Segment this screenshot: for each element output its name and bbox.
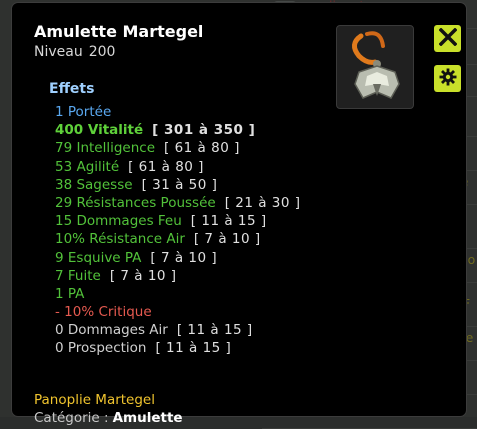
effect-text: - 10% Critique: [55, 304, 152, 321]
effect-text: 400 Vitalité: [55, 122, 144, 139]
effect-range: [ 7 à 10 ]: [193, 231, 261, 248]
effect-range: [ 11 à 15 ]: [190, 213, 267, 230]
effect-line: 10% Résistance Air [ 7 à 10 ]: [55, 230, 301, 248]
effect-line: 53 Agilité [ 61 à 80 ]: [55, 158, 301, 176]
effects-title: Effets: [49, 81, 95, 97]
effect-line: 79 Intelligence [ 61 à 80 ]: [55, 139, 301, 157]
effect-range: [ 61 à 80 ]: [128, 158, 204, 175]
effect-text: 1 Portée: [55, 104, 112, 120]
effect-line: 0 Prospection [ 11 à 15 ]: [55, 339, 301, 357]
close-button[interactable]: [434, 25, 461, 52]
set-name[interactable]: Panoplie Martegel: [34, 392, 155, 408]
effect-line: 400 Vitalité [ 301 à 350 ]: [55, 121, 301, 139]
effect-range: [ 21 à 30 ]: [224, 194, 301, 211]
effect-line: 15 Dommages Feu [ 11 à 15 ]: [55, 212, 301, 230]
effect-text: 0 Dommages Air: [55, 322, 168, 339]
effect-range: [ 7 à 10 ]: [150, 249, 218, 266]
item-level: Niveau 200: [34, 44, 115, 60]
effect-range: [ 61 à 80 ]: [164, 140, 240, 157]
effect-text: 53 Agilité: [55, 158, 120, 175]
category-label: Catégorie :: [34, 410, 109, 426]
category-value: Amulette: [112, 410, 183, 426]
effect-text: 38 Sagesse: [55, 176, 133, 193]
effect-range: [ 11 à 15 ]: [176, 322, 253, 339]
effect-text: 0 Prospection: [55, 340, 147, 357]
item-tooltip: Amulette Martegel Niveau 200 Effets 1 Por…: [11, 2, 467, 426]
effect-range: [ 301 à 350 ]: [152, 122, 256, 139]
close-icon: [438, 27, 457, 50]
item-name: Amulette Martegel: [34, 22, 204, 41]
effect-text: 29 Résistances Poussée: [55, 194, 216, 211]
effect-range: [ 31 à 50 ]: [141, 176, 218, 193]
effect-line: 38 Sagesse [ 31 à 50 ]: [55, 176, 301, 194]
effect-line: 7 Fuite [ 7 à 10 ]: [55, 267, 301, 285]
effect-line: 9 Esquive PA [ 7 à 10 ]: [55, 249, 301, 267]
effect-line: 1 Portée: [55, 103, 301, 121]
effect-range: [ 11 à 15 ]: [155, 340, 232, 357]
effect-text: 9 Esquive PA: [55, 249, 142, 266]
effect-line: - 10% Critique: [55, 303, 301, 321]
settings-button[interactable]: [434, 65, 461, 92]
effect-line: 0 Dommages Air [ 11 à 15 ]: [55, 321, 301, 339]
amulet-image: [336, 25, 414, 109]
effect-line: 29 Résistances Poussée [ 21 à 30 ]: [55, 194, 301, 212]
effect-text: 79 Intelligence: [55, 140, 156, 157]
effect-text: 10% Résistance Air: [55, 231, 185, 248]
effect-line: 1 PA: [55, 285, 301, 303]
level-label: Niveau: [34, 44, 83, 60]
effect-text: 7 Fuite: [55, 267, 101, 284]
effects-list: 1 Portée 400 Vitalité [ 301 à 350 ] 79 Inte…: [55, 103, 301, 358]
effect-text: 1 PA: [55, 285, 85, 302]
gear-icon: [439, 68, 457, 90]
effect-range: [ 7 à 10 ]: [109, 267, 177, 284]
category: Catégorie : Amulette: [34, 410, 183, 426]
level-value: 200: [88, 44, 116, 60]
effect-text: 15 Dommages Feu: [55, 213, 182, 230]
